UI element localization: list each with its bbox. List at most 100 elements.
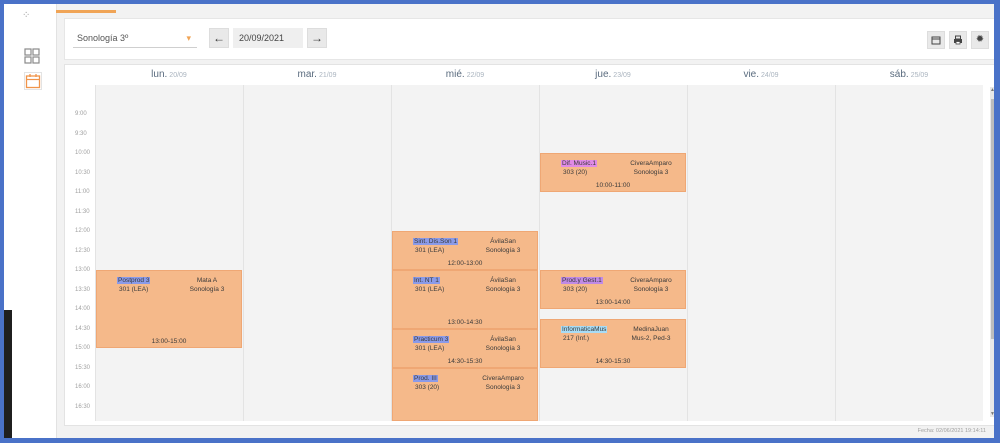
class-event[interactable]: Postprod 3 301 (LEA) Mata A Sonología 3 13:0… (96, 270, 242, 349)
calendar-nav-icon[interactable] (24, 72, 42, 90)
print-icon (954, 35, 962, 45)
background-window-strip (4, 310, 12, 438)
event-room: 303 (20) (563, 169, 588, 177)
day-column[interactable] (243, 85, 391, 421)
calendar-icon (931, 36, 941, 45)
event-subject: Practicum 3 (413, 335, 450, 343)
settings-button[interactable]: ✹ (971, 31, 989, 49)
event-room: 303 (20) (563, 286, 588, 294)
class-event[interactable]: InformaticaMus 217 (Inf.) MedinaJuan Mus-2,… (540, 319, 686, 368)
scroll-up-icon[interactable]: ▲ (990, 87, 994, 93)
print-button[interactable] (949, 31, 967, 49)
event-subject: Int. NT 1 (413, 277, 440, 285)
day-column[interactable] (95, 85, 243, 421)
weekly-calendar: 9:00 9:30 10:00 10:30 11:00 11:30 12:00 12:30 13… (64, 64, 994, 426)
time-label: 12:00 (75, 228, 91, 235)
day-header[interactable]: sáb. 25/09 (835, 69, 983, 85)
day-name: vie. (743, 69, 760, 80)
group-select[interactable]: Sonología 3º ▾ (73, 28, 197, 48)
event-group: Mus-2, Ped-3 (631, 335, 671, 342)
class-event[interactable]: Prod.y Gest.1 303 (20) CiveraAmparo Sonolog… (540, 270, 686, 310)
day-header[interactable]: lun. 20/09 (95, 69, 243, 85)
schedule-toolbar: Sonología 3º ▾ ← 20/09/2021 → ✹ (64, 18, 994, 60)
event-teacher: MedinaJuan (633, 326, 669, 333)
time-axis: 9:00 9:30 10:00 10:30 11:00 11:30 12:00 12:30 13… (65, 85, 95, 421)
day-column[interactable] (687, 85, 835, 421)
day-date: 25/09 (910, 72, 929, 79)
calendar-view-button[interactable] (927, 31, 945, 49)
day-name: jue. (595, 69, 612, 80)
time-label: 9:30 (75, 130, 87, 137)
event-teacher: CiveraAmparo (630, 277, 672, 285)
event-room: 303 (20) (415, 383, 440, 391)
time-label: 10:30 (75, 169, 91, 176)
time-label: 12:30 (75, 247, 91, 254)
day-date: 21/09 (318, 72, 337, 79)
day-name: mié. (445, 69, 465, 80)
arrow-left-icon: ← (213, 31, 225, 45)
event-time-range: 13:00-14:30 (447, 318, 483, 326)
time-label: 14:00 (75, 306, 91, 313)
event-room: 301 (LEA) (415, 286, 445, 294)
event-group: Sonología 3 (633, 169, 669, 177)
time-label: 13:00 (75, 267, 91, 274)
event-room: 301 (LEA) (119, 286, 149, 294)
scrollbar-thumb[interactable] (991, 99, 994, 339)
event-time-range: 13:00-14:00 (595, 299, 631, 307)
class-event[interactable]: Int. NT 1 301 (LEA) ÁvilaSan Sonología 3 13:… (392, 270, 538, 329)
day-name: lun. (151, 69, 168, 80)
active-tab-indicator (56, 10, 116, 13)
class-event[interactable]: Prod. III 303 (20) CiveraAmparo Sonología 3 (392, 367, 538, 421)
date-input[interactable]: 20/09/2021 (233, 28, 303, 48)
day-name: sáb. (889, 69, 909, 80)
class-event[interactable]: Dif. Music.1 303 (20) CiveraAmparo Sonologí… (540, 153, 686, 193)
event-time-range: 10:00-11:00 (595, 182, 631, 190)
event-group: Sonología 3 (485, 344, 521, 352)
event-group: Sonología 3 (485, 286, 521, 294)
event-time-range: 12:00-13:00 (447, 260, 483, 268)
event-subject: Prod. III (413, 374, 438, 382)
day-date: 24/09 (761, 72, 779, 79)
calendar-scrollbar[interactable]: ▲ ▼ (990, 87, 994, 417)
time-label: 9:00 (75, 111, 87, 118)
event-group: Sonología 3 (485, 247, 521, 255)
event-teacher: ÁvilaSan (490, 277, 516, 285)
event-group: Sonología 3 (189, 286, 225, 294)
time-label: 15:30 (75, 364, 91, 371)
previous-week-button[interactable]: ← (209, 28, 229, 48)
day-header[interactable]: mar. 21/09 (243, 69, 391, 85)
event-group: Sonología 3 (633, 286, 669, 294)
day-column[interactable] (835, 85, 983, 421)
event-room: 301 (LEA) (415, 344, 445, 352)
day-date: 22/09 (466, 72, 485, 79)
event-time-range: 14:30-15:30 (595, 357, 631, 365)
event-subject: Dif. Music.1 (561, 160, 597, 168)
event-subject: InformaticaMus (561, 326, 608, 333)
event-teacher: CiveraAmparo (482, 374, 524, 382)
day-column[interactable] (539, 85, 687, 421)
event-subject: Sint. Dis.Son 1 (413, 238, 458, 246)
time-label: 11:30 (75, 208, 90, 215)
class-event[interactable]: Practicum 3 301 (LEA) ÁvilaSan Sonología 31… (392, 328, 538, 368)
day-date: 20/09 (169, 72, 187, 79)
next-week-button[interactable]: → (307, 28, 327, 48)
day-header[interactable]: vie. 24/09 (687, 69, 835, 85)
day-header[interactable]: mié. 22/09 (391, 69, 539, 85)
event-teacher: ÁvilaSan (490, 335, 516, 343)
day-header[interactable]: jue. 23/09 (539, 69, 687, 85)
event-group: Sonología 3 (485, 383, 521, 391)
time-label: 10:00 (75, 150, 91, 157)
footer-timestamp: Fecha: 02/06/2021 19:14:11 (917, 428, 986, 434)
day-date: 23/09 (613, 72, 631, 79)
event-teacher: CiveraAmparo (630, 160, 672, 168)
time-label: 11:00 (75, 189, 90, 196)
scroll-down-icon[interactable]: ▼ (990, 411, 994, 417)
time-label: 13:30 (75, 286, 91, 293)
time-label: 15:00 (75, 345, 91, 352)
group-select-value: Sonología 3º (77, 33, 129, 43)
class-event[interactable]: Sint. Dis.Son 1 301 (LEA) ÁvilaSan Sonologí… (392, 231, 538, 271)
chevron-down-icon: ▾ (186, 33, 191, 43)
dashboard-grid-icon[interactable] (24, 48, 40, 64)
event-subject: Postprod 3 (117, 277, 151, 285)
time-label: 14:30 (75, 325, 91, 332)
